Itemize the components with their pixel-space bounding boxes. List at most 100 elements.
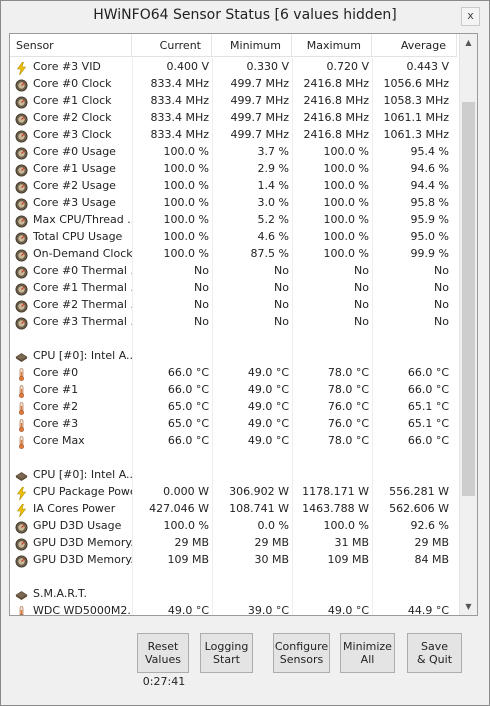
table-row[interactable]: Core #1 Usage 100.0 % 2.9 % 100.0 % 94.6 % [10,160,457,177]
average-value: 66.0 °C [407,366,449,379]
table-row[interactable]: Core #3 Usage 100.0 % 3.0 % 100.0 % 95.8 % [10,194,457,211]
maximum-value: 2416.8 MHz [303,111,369,124]
logging-start-button[interactable]: Logging Start [200,633,253,673]
sensor-name: Core #3 Clock [33,128,112,141]
table-row[interactable]: Core #3 65.0 °C 49.0 °C 76.0 °C 65.1 °C [10,415,457,433]
table-row[interactable]: Core #1 Thermal ... No No No No [10,279,457,296]
table-row[interactable]: Core #1 Clock 833.4 MHz 499.7 MHz 2416.8 MH… [10,92,457,109]
maximum-value: 100.0 % [323,247,369,260]
maximum-value [292,466,372,483]
average-value [372,449,452,466]
average-value: 66.0 °C [407,434,449,447]
minimum-value [212,466,292,483]
table-row[interactable]: Core #0 Clock 833.4 MHz 499.7 MHz 2416.8 MH… [10,75,457,92]
current-value: 100.0 % [163,179,209,192]
maximum-value: 100.0 % [323,179,369,192]
average-value: 66.0 °C [407,383,449,396]
maximum-value: 2416.8 MHz [303,94,369,107]
sensor-name: Core #1 [33,383,79,396]
sensor-name: Core #1 Clock [33,94,112,107]
maximum-value: 1463.788 W [302,502,369,515]
vertical-scrollbar[interactable]: ▲ ▼ [459,34,477,615]
average-value: 562.606 W [389,502,449,515]
table-row[interactable]: CPU Package Power 0.000 W 306.902 W 1178.17… [10,483,457,501]
minimize-all-button[interactable]: Minimize All [340,633,395,673]
column-header-minimum[interactable]: Minimum [212,34,292,56]
minimum-value [212,568,292,585]
average-value: No [434,315,449,328]
title-bar[interactable]: HWiNFO64 Sensor Status [6 values hidden]… [1,1,489,31]
minimum-value: 1.4 % [257,179,289,192]
table-row[interactable]: GPU D3D Memory... 29 MB 29 MB 31 MB 29 MB [10,534,457,551]
average-value: 1061.1 MHz [383,111,449,124]
maximum-value: 100.0 % [323,230,369,243]
minimum-value: No [274,264,289,277]
minimum-value [212,585,292,602]
minimum-value: 4.6 % [257,230,289,243]
table-row[interactable]: Core #3 Thermal ... No No No No [10,313,457,330]
scroll-down-arrow-icon[interactable]: ▼ [460,598,477,615]
current-value: 100.0 % [163,162,209,175]
table-row[interactable]: Core #3 Clock 833.4 MHz 499.7 MHz 2416.8 MH… [10,126,457,143]
table-row[interactable]: Core #2 65.0 °C 49.0 °C 76.0 °C 65.1 °C [10,398,457,416]
table-row[interactable]: CPU [#0]: Intel A... [10,347,457,364]
scrollbar-thumb[interactable] [462,102,475,496]
table-row[interactable]: Core Max 66.0 °C 49.0 °C 78.0 °C 66.0 °C [10,432,457,450]
column-header-average[interactable]: Average [372,34,457,56]
table-row[interactable]: Core #0 Usage 100.0 % 3.7 % 100.0 % 95.4 % [10,143,457,160]
maximum-value: 100.0 % [323,213,369,226]
table-row[interactable]: Core #1 66.0 °C 49.0 °C 78.0 °C 66.0 °C [10,381,457,399]
maximum-value: 31 MB [334,536,369,549]
table-row[interactable]: WDC WD5000M2... 49.0 °C 39.0 °C 49.0 °C 44.9… [10,602,457,615]
table-row[interactable]: On-Demand Clock... 100.0 % 87.5 % 100.0 % 99… [10,245,457,262]
save-quit-button[interactable]: Save & Quit [407,633,462,673]
maximum-value: 1178.171 W [302,485,369,498]
sensor-list[interactable]: Sensor Current Minimum Maximum Average C… [9,33,478,616]
maximum-value: 100.0 % [323,196,369,209]
reset-values-button[interactable]: Reset Values [137,633,189,673]
table-row[interactable]: Core #2 Thermal ... No No No No [10,296,457,313]
current-value [132,466,212,483]
table-row[interactable]: Core #0 Thermal ... No No No No [10,262,457,279]
spacer-row [10,449,457,466]
column-header-sensor[interactable]: Sensor [10,34,132,56]
current-value [132,449,212,466]
table-row[interactable]: GPU D3D Usage 100.0 % 0.0 % 100.0 % 92.6 % [10,517,457,534]
configure-sensors-button[interactable]: Configure Sensors [273,633,330,673]
maximum-value: No [354,264,369,277]
sensor-name: GPU D3D Memory... [33,536,132,549]
average-value [372,568,452,585]
configure-sensors-label: Configure Sensors [274,640,329,666]
table-row[interactable]: GPU D3D Memory... 109 MB 30 MB 109 MB 84 MB [10,551,457,568]
table-row[interactable]: Core #0 66.0 °C 49.0 °C 78.0 °C 66.0 °C [10,364,457,382]
scroll-up-arrow-icon[interactable]: ▲ [460,34,477,51]
table-row[interactable]: IA Cores Power 427.046 W 108.741 W 1463.788… [10,500,457,518]
minimum-value: 30 MB [254,553,289,566]
minimum-value: 0.330 V [246,60,289,73]
sensor-name: S.M.A.R.T. [33,587,87,600]
close-button[interactable]: x [461,7,480,26]
sensor-name: Core #3 [33,417,79,430]
minimum-value: 49.0 °C [247,383,289,396]
table-row[interactable]: Core #2 Usage 100.0 % 1.4 % 100.0 % 94.4 % [10,177,457,194]
sensor-name: Core Max [33,434,85,447]
table-row[interactable]: Core #2 Clock 833.4 MHz 499.7 MHz 2416.8 MH… [10,109,457,126]
column-header-maximum[interactable]: Maximum [292,34,372,56]
maximum-value: 76.0 °C [327,400,369,413]
table-row[interactable]: Core #3 VID 0.400 V 0.330 V 0.720 V 0.443 V [10,58,457,76]
average-value: No [434,298,449,311]
minimum-value: 3.0 % [257,196,289,209]
column-header-current[interactable]: Current [132,34,212,56]
table-row[interactable]: S.M.A.R.T. [10,585,457,602]
current-value: 100.0 % [163,247,209,260]
maximum-value [292,585,372,602]
table-row[interactable]: CPU [#0]: Intel A... [10,466,457,483]
current-value [132,347,212,364]
current-value: 833.4 MHz [150,128,209,141]
table-row[interactable]: Total CPU Usage 100.0 % 4.6 % 100.0 % 95.0 % [10,228,457,245]
table-row[interactable]: Max CPU/Thread ... 100.0 % 5.2 % 100.0 % 95.… [10,211,457,228]
minimum-value: 0.0 % [257,519,289,532]
minimum-value: 49.0 °C [247,417,289,430]
average-value: 1058.3 MHz [383,94,449,107]
average-value: 0.443 V [406,60,449,73]
